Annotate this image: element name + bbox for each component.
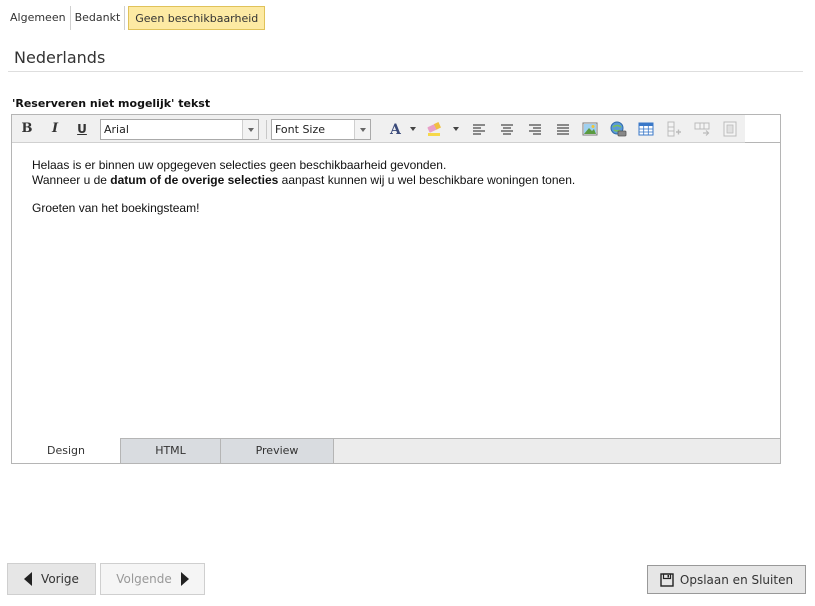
chevron-down-icon (354, 120, 370, 139)
underline-button[interactable]: U (75, 119, 89, 139)
highlight-icon (427, 122, 441, 136)
link-icon (610, 121, 627, 137)
content-line-2-end: aanpast kunnen wij u wel beschikbare won… (278, 173, 576, 187)
tab-algemeen[interactable]: Algemeen (6, 6, 71, 30)
previous-button-label: Vorige (41, 572, 79, 586)
toolbar-filler (745, 115, 780, 143)
table-icon (638, 122, 654, 136)
cell-properties-button[interactable] (721, 120, 739, 138)
chevron-down-icon (242, 120, 258, 139)
font-family-select[interactable]: Arial (100, 119, 259, 140)
font-size-value: Font Size (275, 123, 326, 136)
content-line-1: Helaas is er binnen uw opgegeven selecti… (32, 158, 447, 172)
next-button-label: Volgende (116, 572, 172, 586)
justify-button[interactable] (554, 120, 572, 138)
field-label: 'Reserveren niet mogelijk' tekst (12, 97, 211, 110)
editor-content[interactable]: Helaas is er binnen uw opgegeven selecti… (32, 158, 770, 216)
insert-column-button[interactable] (665, 120, 683, 138)
font-family-value: Arial (104, 123, 129, 136)
highlight-button[interactable] (426, 120, 444, 138)
image-icon (582, 122, 598, 136)
save-button-label: Opslaan en Sluiten (679, 572, 794, 587)
insert-link-button[interactable] (609, 120, 627, 138)
tab-bar: Algemeen Bedankt Geen beschikbaarheid (6, 6, 266, 30)
insert-row-button[interactable] (693, 120, 711, 138)
section-divider (8, 71, 803, 72)
insert-column-icon (667, 121, 681, 137)
cell-icon (723, 121, 737, 137)
font-color-dropdown-icon[interactable] (410, 127, 416, 131)
italic-button[interactable]: I (48, 119, 62, 139)
editor-mode-bar: Design HTML Preview (12, 438, 780, 463)
insert-table-button[interactable] (637, 120, 655, 138)
tab-geen-beschikbaarheid[interactable]: Geen beschikbaarheid (128, 6, 266, 30)
rich-text-editor: B I U Arial Font Size A Helaas is er bin… (11, 114, 781, 464)
section-title: Nederlands (14, 48, 106, 67)
content-line-2-start: Wanneer u de (32, 173, 111, 187)
align-center-icon (501, 124, 513, 135)
font-color-icon: A (389, 122, 402, 138)
content-line-3: Groeten van het boekingsteam! (32, 201, 200, 215)
insert-image-button[interactable] (581, 120, 599, 138)
svg-text:A: A (389, 122, 402, 138)
previous-button[interactable]: Vorige (7, 563, 96, 595)
mode-tab-design[interactable]: Design (12, 438, 120, 463)
content-line-2: Wanneer u de datum of de overige selecti… (32, 173, 770, 188)
align-center-button[interactable] (498, 120, 516, 138)
next-button[interactable]: Volgende (100, 563, 205, 595)
highlight-dropdown-icon[interactable] (453, 127, 459, 131)
justify-icon (557, 124, 569, 135)
tab-bedankt[interactable]: Bedankt (71, 6, 126, 30)
mode-tab-preview[interactable]: Preview (220, 438, 334, 463)
align-right-icon (529, 124, 541, 135)
font-size-select[interactable]: Font Size (271, 119, 371, 140)
align-left-icon (473, 124, 485, 135)
align-right-button[interactable] (526, 120, 544, 138)
toolbar-separator (266, 120, 267, 139)
save-icon (660, 572, 674, 587)
save-and-close-button[interactable]: Opslaan en Sluiten (647, 565, 806, 594)
arrow-right-icon (180, 572, 189, 586)
align-left-button[interactable] (470, 120, 488, 138)
insert-row-icon (694, 122, 710, 136)
editor-toolbar: B I U Arial Font Size A (12, 115, 745, 143)
font-color-button[interactable]: A (386, 120, 404, 138)
content-line-2-bold: datum of de overige selecties (110, 173, 279, 187)
arrow-left-icon (24, 572, 33, 586)
bold-button[interactable]: B (20, 119, 34, 139)
mode-tab-html[interactable]: HTML (120, 438, 220, 463)
